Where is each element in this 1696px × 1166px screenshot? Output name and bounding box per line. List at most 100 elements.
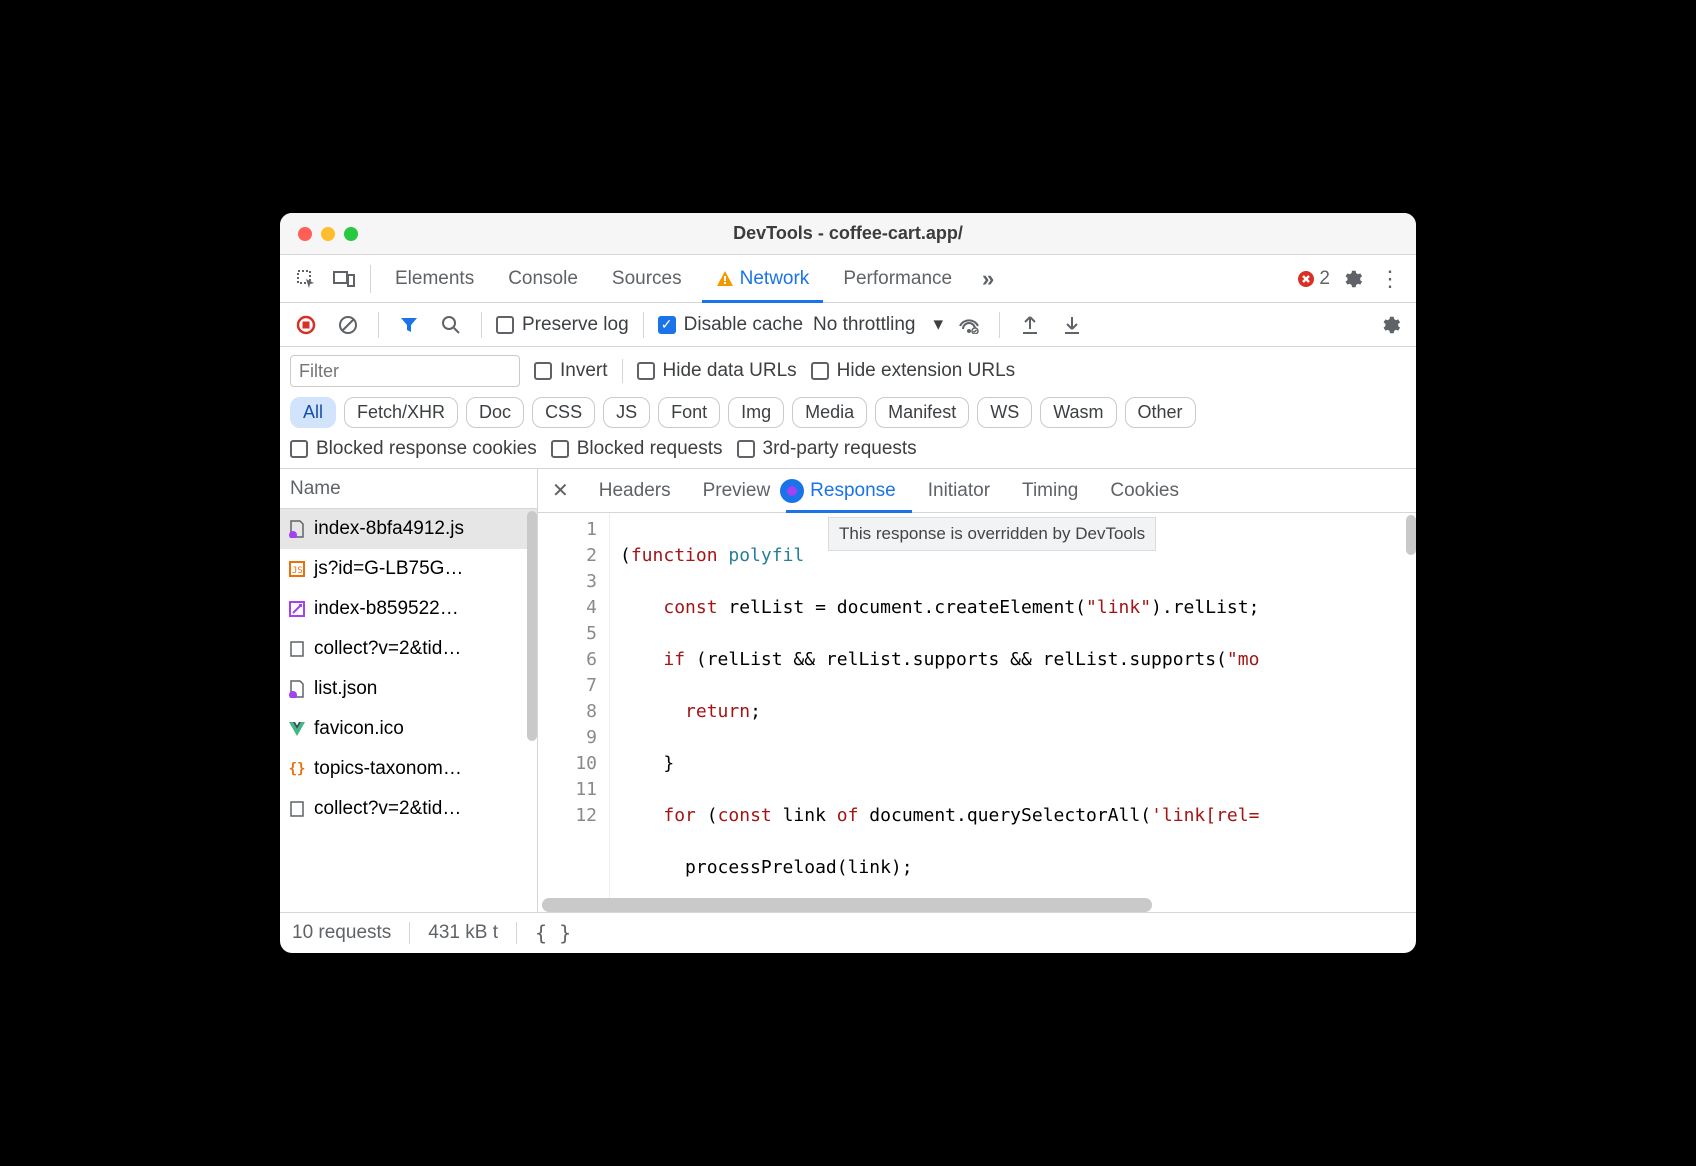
separator [481,312,482,338]
override-indicator-icon [783,482,801,500]
window-title: DevTools - coffee-cart.app/ [280,223,1416,244]
checkbox-icon [534,362,552,380]
checkbox-icon [637,362,655,380]
code-content: (function polyfil const relList = docume… [610,513,1416,912]
network-toolbar: Preserve log ✓ Disable cache No throttli… [280,303,1416,347]
response-body[interactable]: 1 2 3 4 5 6 7 8 9 10 11 12 (function pol… [538,513,1416,912]
request-row[interactable]: collect?v=2&tid… [280,629,537,669]
separator [622,359,623,383]
kebab-menu-icon[interactable]: ⋮ [1374,263,1406,295]
close-panel-icon[interactable]: ✕ [538,478,583,503]
override-tooltip: This response is overridden by DevTools [828,517,1156,551]
search-icon[interactable] [435,309,467,341]
record-button[interactable] [290,309,322,341]
checkbox-icon [496,316,514,334]
filter-input[interactable] [290,355,520,387]
invert-checkbox[interactable]: Invert [534,360,608,382]
request-name: index-b859522… [314,598,459,620]
upload-har-icon[interactable] [1014,309,1046,341]
chip-media[interactable]: Media [792,397,867,428]
tab-network[interactable]: Network [702,255,824,303]
blocked-requests-checkbox[interactable]: Blocked requests [551,438,723,460]
preserve-log-checkbox[interactable]: Preserve log [496,314,629,336]
request-name: collect?v=2&tid… [314,638,461,660]
vertical-scrollbar[interactable] [1406,513,1416,912]
chip-doc[interactable]: Doc [466,397,524,428]
chip-manifest[interactable]: Manifest [875,397,969,428]
request-row[interactable]: index-8bfa4912.js [280,509,537,549]
line-gutter: 1 2 3 4 5 6 7 8 9 10 11 12 [538,513,610,912]
tab-response[interactable]: Response [786,469,912,513]
inspect-element-icon[interactable] [290,263,322,295]
tab-headers[interactable]: Headers [583,469,687,513]
tab-timing[interactable]: Timing [1006,469,1094,513]
maximize-window-button[interactable] [344,227,358,241]
disable-cache-checkbox[interactable]: ✓ Disable cache [658,314,803,336]
transferred-size: 431 kB t [428,922,498,944]
request-name: list.json [314,678,377,700]
type-chip-row: All Fetch/XHR Doc CSS JS Font Img Media … [290,397,1406,428]
chip-other[interactable]: Other [1125,397,1196,428]
throttling-select[interactable]: No throttling ▾ [813,313,943,336]
request-name: topics-taxonom… [314,758,462,780]
chip-js[interactable]: JS [603,397,650,428]
chip-ws[interactable]: WS [977,397,1032,428]
issues-button[interactable]: 2 [1297,263,1330,295]
network-conditions-icon[interactable] [953,309,985,341]
separator [516,922,517,944]
download-har-icon[interactable] [1056,309,1088,341]
settings-gear-icon[interactable] [1336,263,1368,295]
tab-performance[interactable]: Performance [829,255,966,303]
request-name: js?id=G-LB75G… [314,558,463,580]
chip-all[interactable]: All [290,397,336,428]
close-window-button[interactable] [298,227,312,241]
request-row[interactable]: JS js?id=G-LB75G… [280,549,537,589]
hide-extension-urls-checkbox[interactable]: Hide extension URLs [811,360,1015,382]
detail-tabs: ✕ Headers Preview Response Initiator Tim… [538,469,1416,513]
filter-toggle-icon[interactable] [393,309,425,341]
css-icon [288,600,306,618]
chip-img[interactable]: Img [728,397,784,428]
request-row[interactable]: index-b859522… [280,589,537,629]
detail-panel: ✕ Headers Preview Response Initiator Tim… [538,469,1416,912]
doc-icon [288,640,306,658]
request-name: collect?v=2&tid… [314,798,461,820]
third-party-checkbox[interactable]: 3rd-party requests [737,438,917,460]
tab-elements[interactable]: Elements [381,255,488,303]
request-items: index-8bfa4912.js JS js?id=G-LB75G… inde… [280,509,537,912]
minimize-window-button[interactable] [321,227,335,241]
tab-sources[interactable]: Sources [598,255,696,303]
hide-data-urls-checkbox[interactable]: Hide data URLs [637,360,797,382]
json-icon [288,680,306,698]
separator [378,312,379,338]
chip-font[interactable]: Font [658,397,720,428]
request-row[interactable]: {} topics-taxonom… [280,749,537,789]
chip-css[interactable]: CSS [532,397,595,428]
tab-console[interactable]: Console [494,255,592,303]
request-row[interactable]: list.json [280,669,537,709]
tab-initiator[interactable]: Initiator [912,469,1006,513]
error-icon [1297,270,1315,288]
pretty-print-icon[interactable]: { } [535,921,571,945]
chip-fetch-xhr[interactable]: Fetch/XHR [344,397,458,428]
svg-text:JS: JS [292,566,303,576]
blocked-cookies-checkbox[interactable]: Blocked response cookies [290,438,537,460]
horizontal-scrollbar[interactable] [538,898,1404,912]
request-row[interactable]: collect?v=2&tid… [280,789,537,829]
clear-button[interactable] [332,309,364,341]
request-list-header[interactable]: Name [280,469,537,509]
request-list-scrollbar[interactable] [527,511,537,741]
chip-wasm[interactable]: Wasm [1040,397,1116,428]
checkbox-icon [811,362,829,380]
separator [999,312,1000,338]
js-icon: JS [288,560,306,578]
network-settings-gear-icon[interactable] [1374,309,1406,341]
status-bar: 10 requests 431 kB t { } [280,913,1416,953]
checkbox-checked-icon: ✓ [658,316,676,334]
separator [409,922,410,944]
more-tabs-chevron-icon[interactable]: » [972,263,1004,295]
device-toggle-icon[interactable] [328,263,360,295]
tab-preview[interactable]: Preview [687,469,787,513]
request-row[interactable]: favicon.ico [280,709,537,749]
tab-cookies[interactable]: Cookies [1094,469,1195,513]
